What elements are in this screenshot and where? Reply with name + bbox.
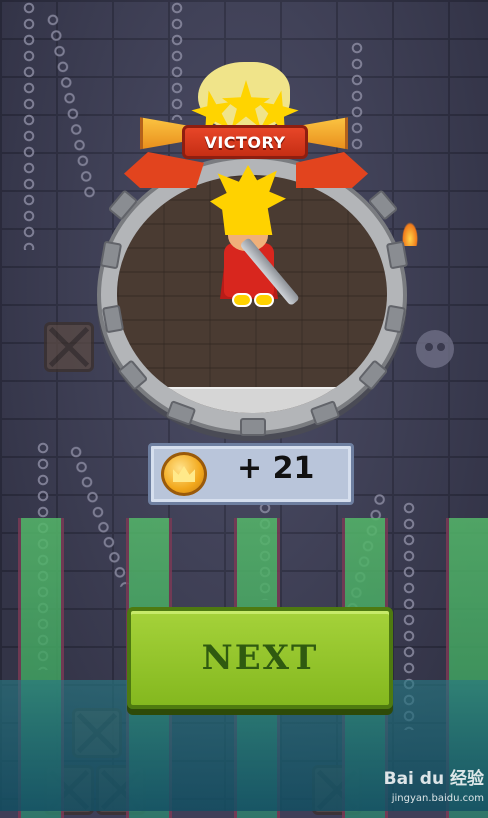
watermark: Bai du 经验 jingyan.baidu.com (360, 764, 484, 808)
chain-decoration (22, 0, 36, 250)
reward-amount: + 21 (237, 451, 315, 486)
next-button[interactable]: NEXT (127, 607, 393, 709)
coin-icon (161, 452, 207, 496)
crate-decoration (44, 322, 94, 372)
chain-decoration (170, 0, 184, 120)
watermark-url: jingyan.baidu.com (391, 793, 484, 804)
hero-boot (254, 293, 274, 307)
victory-banner: VICTORY (182, 125, 308, 159)
hero-character (198, 165, 301, 315)
reward-panel: + 21 (148, 443, 354, 505)
game-scene: VICTORY + 21 NEXT Bai du 经验 jingyan.baid… (0, 0, 488, 818)
victory-title: VICTORY (204, 132, 286, 152)
watermark-brand: Bai du 经验 (383, 769, 484, 789)
hero-hair (210, 165, 286, 235)
hero-boot (232, 293, 252, 307)
next-button-label: NEXT (201, 638, 319, 678)
skull-icon (416, 330, 454, 368)
coin-crown-icon (173, 466, 195, 482)
portal-stone (240, 418, 266, 436)
torch-flame-icon (402, 222, 418, 246)
chain-decoration (350, 40, 364, 150)
